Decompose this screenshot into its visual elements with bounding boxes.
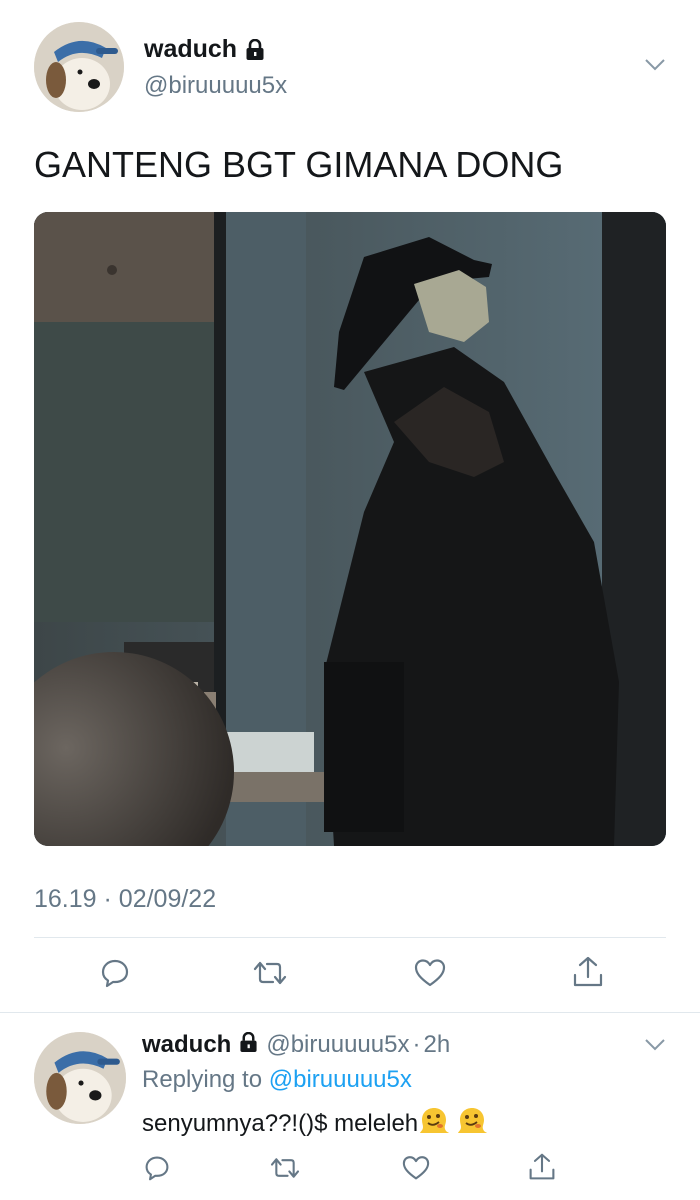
tweet-timestamp[interactable]: 16.19 · 02/09/22 — [34, 885, 216, 914]
reply-separator: · — [412, 1031, 421, 1058]
chevron-down-icon[interactable] — [644, 58, 666, 77]
lock-icon — [245, 39, 265, 66]
reply-share-button[interactable] — [528, 1152, 556, 1182]
tweet-date: 02/09/22 — [118, 885, 217, 913]
share-icon — [529, 1153, 555, 1180]
reply-header: waduch @biruuuuu5x · 2h — [142, 1031, 450, 1060]
replying-to-label: Replying to — [142, 1066, 263, 1093]
reply-text: senyumnya??!()$ meleleh — [142, 1109, 419, 1137]
reply-reply-button[interactable] — [144, 1155, 170, 1181]
reply-author-name[interactable]: waduch — [142, 1031, 231, 1058]
replying-to: Replying to @biruuuuu5x — [142, 1066, 412, 1094]
retweet-icon — [270, 1158, 300, 1178]
reply-chevron-down-icon[interactable] — [644, 1038, 666, 1057]
divider — [34, 937, 666, 938]
heart-icon — [402, 1156, 430, 1180]
author-handle[interactable]: @biruuuuu5x — [144, 72, 287, 100]
retweet-icon — [253, 961, 287, 985]
author-avatar[interactable] — [34, 22, 124, 112]
lock-icon — [239, 1031, 258, 1060]
author-name[interactable]: waduch — [144, 35, 237, 63]
reply-author-avatar[interactable] — [34, 1032, 126, 1124]
like-button[interactable] — [414, 958, 446, 988]
tweet-photo[interactable] — [34, 212, 666, 846]
timestamp-separator: · — [103, 885, 112, 913]
reply-icon — [145, 1156, 169, 1181]
reply-age: 2h — [423, 1031, 451, 1058]
melting-face-emoji — [418, 1106, 450, 1143]
retweet-button[interactable] — [253, 958, 287, 988]
section-divider — [0, 1012, 700, 1013]
reply-icon — [101, 959, 129, 988]
replying-to-handle[interactable]: @biruuuuu5x — [269, 1066, 412, 1093]
reply-author-handle[interactable]: @biruuuuu5x — [266, 1031, 409, 1058]
reply-button[interactable] — [100, 958, 130, 988]
author-name-row: waduch — [144, 35, 265, 66]
melting-face-emoji — [456, 1106, 488, 1143]
reply-like-button[interactable] — [402, 1155, 430, 1181]
reply-retweet-button[interactable] — [270, 1155, 300, 1181]
share-icon — [573, 956, 603, 987]
tweet-time: 16.19 — [34, 885, 97, 913]
tweet-text: GANTENG BGT GIMANA DONG — [34, 144, 564, 185]
share-button[interactable] — [572, 955, 604, 989]
reply-text-row: senyumnya??!()$ meleleh — [142, 1106, 488, 1143]
heart-icon — [414, 959, 446, 987]
